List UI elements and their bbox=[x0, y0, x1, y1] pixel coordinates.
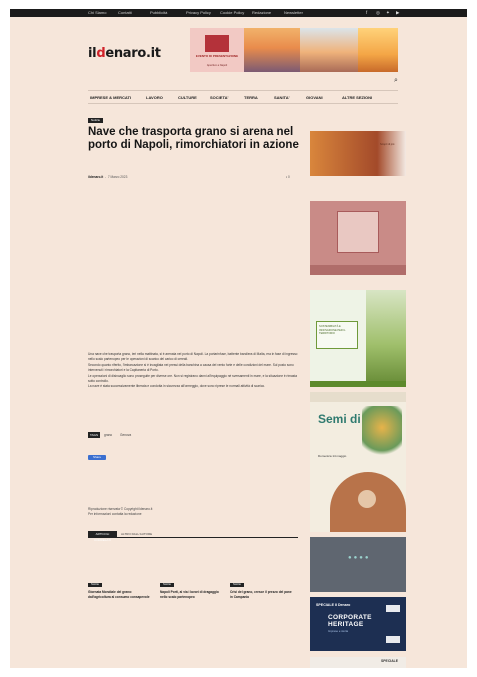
youtube-icon[interactable]: ▶ bbox=[396, 9, 399, 17]
header-ad-banner-2[interactable] bbox=[244, 28, 300, 72]
ad-caption-bar bbox=[310, 265, 406, 275]
nav-item[interactable]: GIOVANI bbox=[306, 95, 323, 100]
nav-item[interactable]: SOCIETA' bbox=[210, 95, 228, 100]
tab-related-articles[interactable]: ARTICOLI CORRELATI bbox=[88, 531, 117, 542]
related-header: ARTICOLI CORRELATI ALTRO DALL'AUTORE bbox=[88, 531, 298, 542]
sidebar-ad-5[interactable]: ●●●● bbox=[310, 537, 406, 592]
topbar-link[interactable]: Pubblicità bbox=[150, 9, 167, 17]
article-paragraph: Secondo quanto riferito, l'imbarcazione … bbox=[88, 362, 294, 373]
tags-label: TAGS bbox=[88, 432, 100, 438]
tag-link[interactable]: Genova bbox=[120, 432, 131, 438]
author-box: Riproduzione riservata © Copyright ilden… bbox=[88, 507, 298, 517]
ad-banner-subtitle: Aperitivo a Napoli bbox=[206, 64, 228, 67]
comments-number: 0 bbox=[288, 175, 290, 179]
ad-top-strip bbox=[310, 392, 406, 402]
category-badge[interactable]: Notizie bbox=[88, 118, 103, 123]
ad-bottom-bar bbox=[310, 381, 406, 387]
related-tag: Notizie bbox=[88, 583, 102, 587]
related-item[interactable]: Notizie Crisi del grano, cresce il prezz… bbox=[230, 583, 294, 599]
related-title[interactable]: Giornata Mondiale del grano: dall'agrico… bbox=[88, 590, 152, 599]
related-title[interactable]: Napoli Porti, al via i lavori di dragagg… bbox=[160, 590, 224, 599]
sidebar-ad-2[interactable] bbox=[310, 201, 406, 275]
topbar-link[interactable]: Redazione bbox=[252, 9, 271, 17]
ad-date: Domenica 14 maggio bbox=[318, 454, 347, 458]
top-bar: Chi Siamo Contatti Pubblicità Privacy Po… bbox=[10, 9, 467, 17]
ad-note: Scopri di più bbox=[380, 143, 395, 146]
ad-image bbox=[337, 211, 379, 253]
comments-count[interactable]: ▪ 0 bbox=[286, 175, 290, 179]
article-title: Nave che trasporta grano si arena nel po… bbox=[88, 126, 299, 151]
header-ad-banner-4[interactable] bbox=[358, 28, 398, 72]
sidebar-ad-4[interactable]: Semi di Futuro Domenica 14 maggio bbox=[310, 392, 406, 532]
publish-date: 7 Marzo 2023 bbox=[107, 175, 128, 179]
related-item[interactable]: Notizie Napoli Porti, al via i lavori di… bbox=[160, 583, 224, 599]
author-line: Per informazioni contatta la redazione bbox=[88, 512, 142, 517]
ad-graphic bbox=[386, 605, 400, 643]
twitter-icon[interactable]: ✦ bbox=[386, 9, 390, 17]
nav-item[interactable]: SANITA' bbox=[274, 95, 290, 100]
ad-banner-title: EVENTO DI PRESENTAZIONE bbox=[195, 54, 239, 58]
ad-panel: SOSTENIBILITÀ E INNOVAZIONE PER IL TERRI… bbox=[316, 321, 358, 349]
topbar-link[interactable]: Chi Siamo bbox=[88, 9, 106, 17]
article-paragraph: La nave è stata successivamente liberata… bbox=[88, 384, 266, 389]
ad-image bbox=[366, 290, 406, 382]
seed-core bbox=[358, 490, 376, 508]
flower-illustration bbox=[362, 406, 402, 460]
tag-link[interactable]: grano bbox=[104, 432, 112, 438]
related-tag: Notizie bbox=[230, 583, 244, 587]
logo-mark: d bbox=[96, 46, 106, 61]
related-title[interactable]: Crisi del grano, cresce il prezzo del pa… bbox=[230, 590, 294, 599]
ad-logo-box bbox=[205, 35, 229, 52]
sidebar-ad-6[interactable]: SPECIALE Il Denaro CORPORATE HERITAGE Im… bbox=[310, 597, 406, 651]
related-item[interactable]: Notizie Giornata Mondiale del grano: dal… bbox=[88, 583, 152, 599]
article-paragraph: Una nave che trasporta grano, ieri nella… bbox=[88, 352, 298, 362]
nav-item[interactable]: ALTRE SEZIONI bbox=[342, 95, 372, 100]
topbar-link[interactable]: Contatti bbox=[118, 9, 132, 17]
logo-text-rest: enaro.it bbox=[105, 46, 161, 61]
facebook-icon[interactable]: f bbox=[366, 9, 367, 17]
tab-more-from-author[interactable]: ALTRO DALL'AUTORE bbox=[121, 531, 152, 537]
author-name[interactable]: ildenaro.it bbox=[88, 175, 103, 179]
site-logo[interactable]: ildenaro.it bbox=[88, 46, 161, 61]
topbar-link[interactable]: Privacy Policy bbox=[186, 9, 211, 17]
nav-item[interactable]: CULTURE bbox=[178, 95, 197, 100]
related-tag: Notizie bbox=[160, 583, 174, 587]
header-ad-banner-1[interactable]: EVENTO DI PRESENTAZIONE Aperitivo a Napo… bbox=[190, 28, 244, 72]
comment-icon: ▪ bbox=[286, 175, 288, 179]
topbar-link[interactable]: Cookie Policy bbox=[220, 9, 244, 17]
nav-item[interactable]: TERRA bbox=[244, 95, 258, 100]
article-paragraph: Le operazioni di disincaglio sono proseg… bbox=[88, 373, 297, 384]
nav-item[interactable]: LAVORO bbox=[146, 95, 163, 100]
sidebar-ad-3[interactable]: SOSTENIBILITÀ E INNOVAZIONE PER IL TERRI… bbox=[310, 290, 406, 387]
page: Chi Siamo Contatti Pubblicità Privacy Po… bbox=[10, 9, 467, 668]
sidebar-ad-7[interactable]: SPECIALE bbox=[310, 657, 406, 668]
header-ad-banner-3[interactable] bbox=[300, 28, 358, 72]
main-nav: IMPRESE & MERCATI LAVORO CULTURE SOCIETA… bbox=[88, 90, 398, 104]
ad-panel-text: SOSTENIBILITÀ E INNOVAZIONE PER IL TERRI… bbox=[319, 325, 346, 336]
nav-item[interactable]: IMPRESE & MERCATI bbox=[90, 95, 131, 100]
sidebar-ad-1[interactable]: Scopri di più bbox=[310, 131, 406, 176]
topbar-link[interactable]: Newsletter bbox=[284, 9, 303, 17]
share-button[interactable]: Share bbox=[88, 455, 106, 460]
ad-dots: ●●●● bbox=[348, 555, 371, 561]
article-meta: ildenaro.it - 7 Marzo 2023 bbox=[88, 175, 128, 179]
search-icon[interactable]: ⌕ bbox=[394, 77, 398, 85]
article-body: Una nave che trasporta grano, ieri nella… bbox=[88, 352, 298, 390]
ad-subtitle: Imprese e storia bbox=[328, 629, 349, 633]
seed-illustration bbox=[330, 472, 406, 532]
ad-label: SPECIALE Il Denaro bbox=[316, 603, 351, 607]
ad-label: SPECIALE bbox=[381, 659, 398, 663]
instagram-icon[interactable]: ◎ bbox=[376, 9, 380, 17]
